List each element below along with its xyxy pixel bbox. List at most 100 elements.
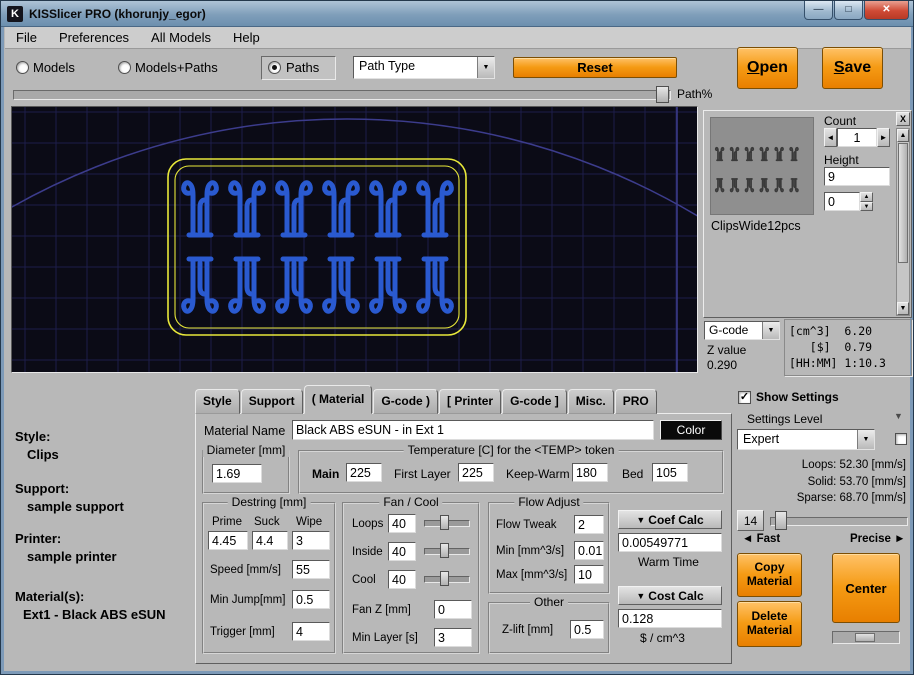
model-list-scrollbar[interactable]: ▲ ▼ <box>896 128 910 316</box>
scrollbar-thumb[interactable] <box>898 143 908 263</box>
chevron-down-icon[interactable]: ▼ <box>762 322 779 339</box>
show-settings-label[interactable]: Show Settings <box>756 390 839 404</box>
tab-pro[interactable]: PRO <box>615 389 657 414</box>
z-lift-input[interactable]: 0.5 <box>570 620 604 639</box>
chevron-down-icon[interactable]: ▼ <box>477 57 494 78</box>
tab-printer[interactable]: [ Printer <box>439 389 501 414</box>
destring-speed-input[interactable]: 55 <box>292 560 330 579</box>
menu-all-models[interactable]: All Models <box>140 28 222 47</box>
count-increment-icon[interactable]: ► <box>877 128 890 147</box>
flow-max-input[interactable]: 10 <box>574 565 604 584</box>
fan-z-input[interactable]: 0 <box>434 600 472 619</box>
save-button[interactable]: Save <box>822 47 883 89</box>
temp-first-layer-input[interactable]: 225 <box>458 463 494 482</box>
copy-material-button[interactable]: Copy Material <box>737 553 802 597</box>
settings-level-select[interactable]: Expert ▼ <box>737 429 875 450</box>
min-layer-input[interactable]: 3 <box>434 628 472 647</box>
coef-calc-button[interactable]: ▼ Coef Calc <box>618 510 722 529</box>
center-scrollbar-track[interactable] <box>832 631 900 644</box>
show-settings-checkbox[interactable]: ✓ <box>738 391 751 404</box>
titlebar[interactable]: K KISSlicer PRO (khorunjy_egor) — □ ✕ <box>1 1 914 27</box>
height-input[interactable]: 9 <box>824 167 890 186</box>
z-value: 0.290 <box>707 358 737 372</box>
app-icon: K <box>7 6 23 22</box>
precision-slider-track[interactable] <box>770 517 908 526</box>
viewport-3d-view[interactable] <box>11 106 698 373</box>
layer-spinner-input[interactable]: 0 <box>824 192 860 211</box>
min-jump-input[interactable]: 0.5 <box>292 590 330 609</box>
models-paths-radio-label[interactable]: Models+Paths <box>135 60 218 75</box>
models-radio-label[interactable]: Models <box>33 60 75 75</box>
chevron-down-icon[interactable]: ▼ <box>857 430 874 449</box>
center-button[interactable]: Center <box>832 553 900 623</box>
delete-material-button[interactable]: Delete Material <box>737 601 802 647</box>
tab-material[interactable]: ( Material <box>304 385 373 414</box>
suck-input[interactable]: 4.4 <box>252 531 288 550</box>
wipe-input[interactable]: 3 <box>292 531 330 550</box>
tab-style[interactable]: Style <box>195 389 240 414</box>
print-stats-box: [cm^3] 6.20 [$] 0.79 [HH:MM] 1:10.3 <box>784 319 912 376</box>
paths-radio-label[interactable]: Paths <box>286 60 319 75</box>
temperature-group: Temperature [C] for the <TEMP> token Mai… <box>298 450 724 494</box>
precision-slider-thumb[interactable] <box>775 511 787 530</box>
count-decrement-icon[interactable]: ◄ <box>824 128 837 147</box>
model-name[interactable]: ClipsWide12pcs <box>711 219 801 233</box>
tab-material-gcode[interactable]: G-code ) <box>373 389 438 414</box>
tab-support[interactable]: Support <box>241 389 303 414</box>
models-paths-radio[interactable] <box>118 61 131 74</box>
settings-level-extra-checkbox[interactable] <box>895 433 907 445</box>
layer-spinner-down-icon[interactable]: ▼ <box>860 202 873 211</box>
prime-input[interactable]: 4.45 <box>208 531 248 550</box>
reset-button[interactable]: Reset <box>513 57 677 78</box>
menu-file[interactable]: File <box>5 28 48 47</box>
coef-calc-value[interactable]: 0.00549771 <box>618 533 722 552</box>
cost-calc-value[interactable]: 0.128 <box>618 609 722 628</box>
other-group: Other Z-lift [mm] 0.5 <box>488 602 610 654</box>
model-thumbnail[interactable] <box>710 117 814 215</box>
temp-bed-input[interactable]: 105 <box>652 463 688 482</box>
precision-value[interactable]: 14 <box>737 510 764 531</box>
scroll-up-icon[interactable]: ▲ <box>897 129 909 142</box>
fan-loops-slider[interactable] <box>424 514 470 532</box>
diameter-input[interactable]: 1.69 <box>212 464 262 483</box>
fan-loops-input[interactable]: 40 <box>388 514 416 533</box>
path-percent-slider-thumb[interactable] <box>656 86 669 103</box>
open-button[interactable]: Open <box>737 47 798 89</box>
fan-cool-slider[interactable] <box>424 570 470 588</box>
tab-printer-gcode[interactable]: G-code ] <box>502 389 567 414</box>
scroll-down-icon[interactable]: ▼ <box>897 302 909 315</box>
temp-keep-warm-input[interactable]: 180 <box>572 463 608 482</box>
flow-min-label: Min [mm^3/s] <box>496 545 564 557</box>
fan-inside-input[interactable]: 40 <box>388 542 416 561</box>
models-radio[interactable] <box>16 61 29 74</box>
paths-radio-frame[interactable]: Paths <box>261 56 336 80</box>
layer-spinner-up-icon[interactable]: ▲ <box>860 192 873 202</box>
menu-preferences[interactable]: Preferences <box>48 28 140 47</box>
trigger-input[interactable]: 4 <box>292 622 330 641</box>
minimize-button[interactable]: — <box>804 1 833 20</box>
settings-level-dropdown-icon[interactable]: ▼ <box>894 411 903 421</box>
flow-min-input[interactable]: 0.01 <box>574 541 604 560</box>
path-percent-slider-track[interactable] <box>13 90 671 100</box>
flow-tweak-input[interactable]: 2 <box>574 515 604 534</box>
count-input[interactable]: 1 <box>837 128 877 147</box>
tab-misc[interactable]: Misc. <box>568 389 614 414</box>
wipe-label: Wipe <box>296 516 322 528</box>
material-name-input[interactable]: Black ABS eSUN - in Ext 1 <box>292 420 654 440</box>
maximize-button[interactable]: □ <box>834 1 863 20</box>
fan-cool-input[interactable]: 40 <box>388 570 416 589</box>
menu-help[interactable]: Help <box>222 28 271 47</box>
center-scrollbar-thumb[interactable] <box>855 633 875 642</box>
suck-label: Suck <box>254 516 280 528</box>
paths-radio[interactable] <box>268 61 281 74</box>
temp-main-input[interactable]: 225 <box>346 463 382 482</box>
gcode-select[interactable]: G-code ▼ <box>704 321 780 340</box>
settings-tabs: Style Support ( Material G-code ) [ Prin… <box>195 385 658 414</box>
materials-value: Ext1 - Black ABS eSUN <box>23 607 166 622</box>
path-type-select[interactable]: Path Type ▼ <box>353 56 495 79</box>
model-panel-close-button[interactable]: X <box>896 112 910 126</box>
cost-calc-button[interactable]: ▼ Cost Calc <box>618 586 722 605</box>
fan-inside-slider[interactable] <box>424 542 470 560</box>
color-button[interactable]: Color <box>660 420 722 440</box>
close-button[interactable]: ✕ <box>864 1 909 20</box>
